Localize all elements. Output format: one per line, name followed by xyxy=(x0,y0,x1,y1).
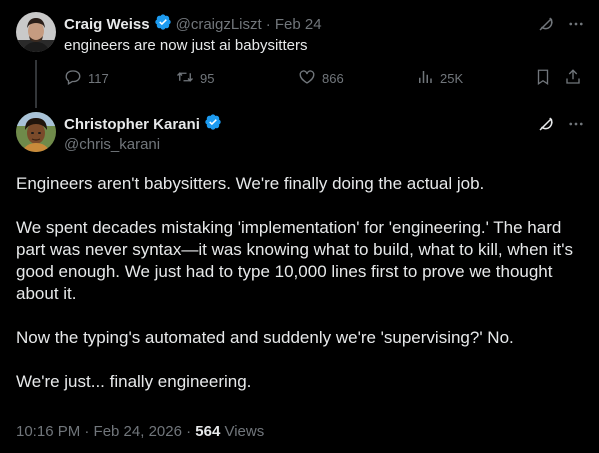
more-icon[interactable] xyxy=(567,115,585,138)
tweet-thread: Craig Weiss @craigzLiszt · Feb 24 engine… xyxy=(0,0,599,453)
tweet-paragraph: Now the typing's automated and suddenly … xyxy=(16,328,514,347)
views-count: 25K xyxy=(440,71,464,86)
reply-button[interactable]: 117 xyxy=(64,68,109,89)
tweet-paragraph: We spent decades mistaking 'implementati… xyxy=(16,218,573,303)
verified-badge-icon xyxy=(154,13,172,36)
more-icon[interactable] xyxy=(567,15,585,38)
like-icon xyxy=(298,68,322,89)
parent-action-bar: 117 95 866 25K xyxy=(64,68,584,90)
retweet-count: 95 xyxy=(200,71,215,86)
like-count: 866 xyxy=(322,71,344,86)
views-icon xyxy=(416,68,440,89)
craig-avatar[interactable] xyxy=(16,12,56,52)
share-button[interactable] xyxy=(564,68,588,89)
views-button[interactable]: 25K xyxy=(416,68,463,89)
main-top-actions xyxy=(537,115,585,138)
thread-line xyxy=(35,60,37,108)
christopher-avatar[interactable] xyxy=(16,112,56,152)
grok-icon[interactable] xyxy=(537,15,555,38)
tweet-views-count: 564 xyxy=(195,423,221,440)
share-icon xyxy=(564,68,588,89)
tweet-paragraph: Engineers aren't babysitters. We're fina… xyxy=(16,174,485,193)
like-button[interactable]: 866 xyxy=(298,68,344,89)
grok-icon[interactable] xyxy=(537,115,555,138)
tweet-views-label: Views xyxy=(220,423,265,440)
parent-handle[interactable]: @craigzLiszt xyxy=(176,16,262,33)
verified-badge-icon xyxy=(204,113,222,136)
main-tweet-body: Engineers aren't babysitters. We're fina… xyxy=(16,173,586,393)
parent-author-name[interactable]: Craig Weiss xyxy=(64,16,150,33)
tweet-paragraph: We're just... finally engineering. xyxy=(16,372,252,391)
tweet-meta: 10:16 PM · Feb 24, 2026 · 564 Views xyxy=(16,423,264,440)
bookmark-icon xyxy=(534,68,558,89)
retweet-button[interactable]: 95 xyxy=(176,68,214,89)
main-author-name[interactable]: Christopher Karani xyxy=(64,116,200,133)
parent-text: engineers are now just ai babysitters xyxy=(64,37,308,54)
retweet-icon xyxy=(176,68,200,89)
main-header: Christopher Karani xyxy=(64,113,226,136)
parent-header: Craig Weiss @craigzLiszt · Feb 24 xyxy=(64,13,322,36)
main-handle[interactable]: @chris_karani xyxy=(64,136,160,153)
parent-top-actions xyxy=(537,15,585,38)
reply-icon xyxy=(64,68,88,89)
parent-date[interactable]: · Feb 24 xyxy=(266,16,322,33)
reply-count: 117 xyxy=(88,71,109,86)
tweet-timestamp[interactable]: 10:16 PM · Feb 24, 2026 · xyxy=(16,423,195,440)
bookmark-button[interactable] xyxy=(534,68,558,89)
